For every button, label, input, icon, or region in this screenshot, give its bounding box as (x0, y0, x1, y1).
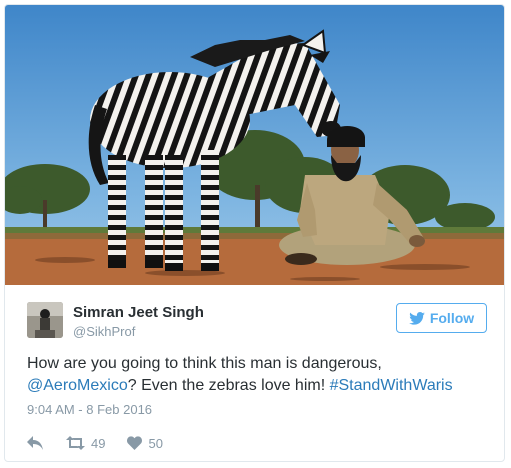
tweet-text: How are you going to think this man is d… (27, 353, 487, 397)
tweet-text-part: ? Even the zebras love him! (127, 377, 330, 394)
retweet-button[interactable]: 49 (66, 436, 105, 451)
reply-icon (27, 436, 43, 450)
mention-link[interactable]: @AeroMexico (27, 377, 128, 394)
retweet-icon (66, 436, 85, 450)
tweet-timestamp[interactable]: 9:04 AM - 8 Feb 2016 (27, 402, 152, 417)
tweet-photo[interactable] (5, 5, 504, 285)
tweet-actions: 49 50 (27, 433, 185, 453)
author-handle[interactable]: @SikhProf (73, 324, 135, 339)
like-button[interactable]: 50 (127, 435, 163, 451)
author-name[interactable]: Simran Jeet Singh (73, 304, 204, 321)
twitter-bird-icon (409, 311, 425, 325)
heart-icon (127, 436, 143, 450)
tweet-header: Simran Jeet Singh @SikhProf Follow (27, 302, 487, 346)
hashtag-link[interactable]: #StandWithWaris (330, 377, 453, 394)
tweet-text-part: How are you going to think this man is d… (27, 355, 382, 372)
avatar[interactable] (27, 302, 63, 338)
tweet-card: Simran Jeet Singh @SikhProf Follow How a… (4, 4, 505, 462)
follow-button[interactable]: Follow (396, 303, 487, 333)
like-count: 50 (148, 435, 163, 451)
reply-button[interactable] (27, 436, 44, 450)
follow-label: Follow (429, 310, 475, 326)
retweet-count: 49 (91, 435, 106, 451)
